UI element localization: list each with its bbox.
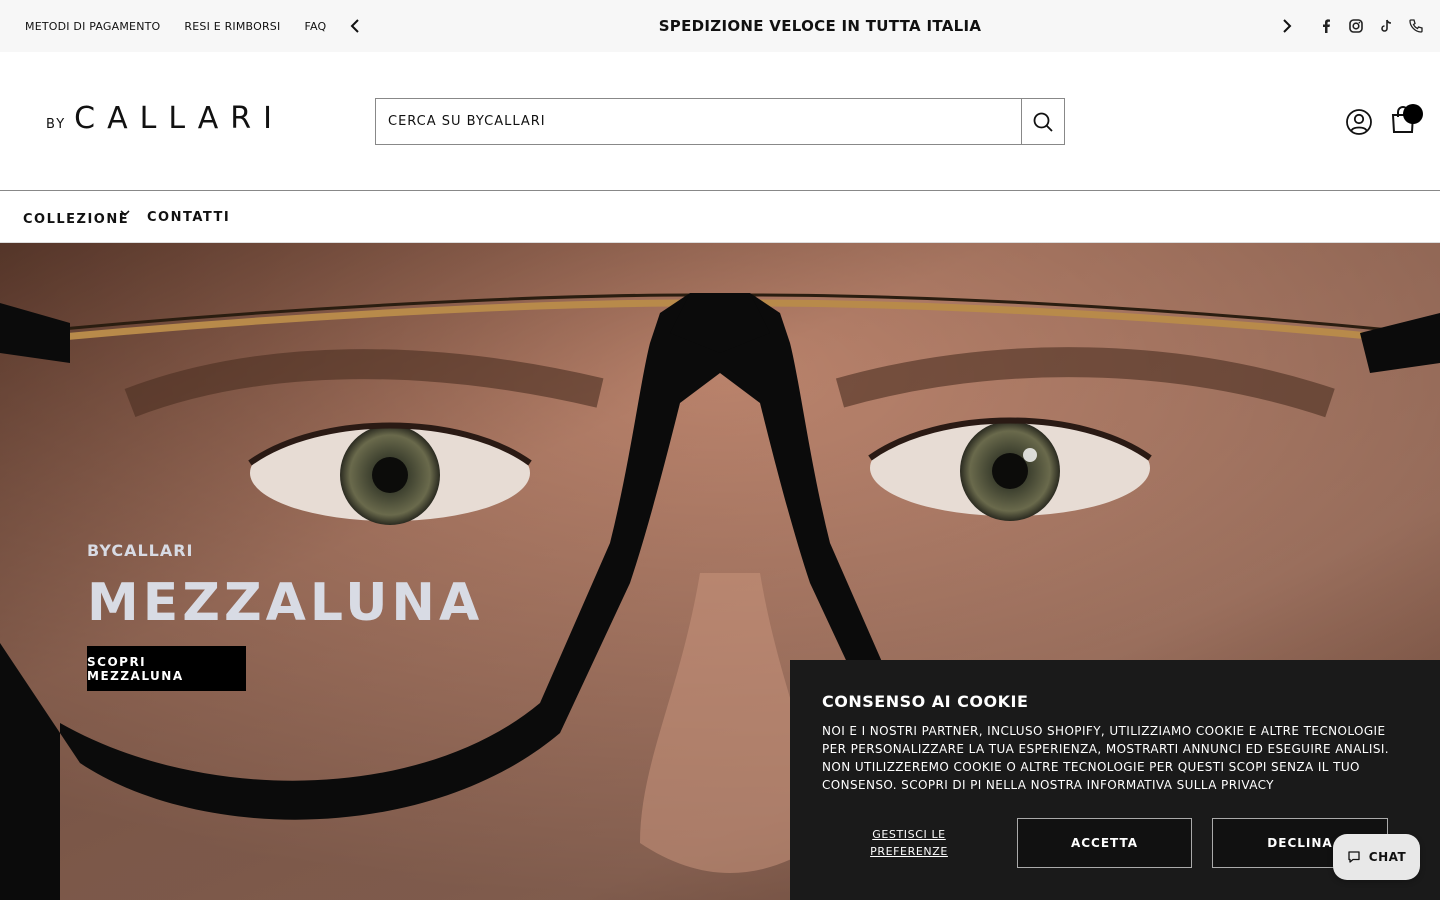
logo-by: BY [46, 117, 67, 132]
search-button[interactable] [1021, 99, 1064, 144]
chevron-left-icon[interactable] [344, 15, 366, 37]
cookie-title: CONSENSO AI COOKIE [822, 692, 1029, 711]
instagram-icon[interactable] [1346, 16, 1366, 36]
site-header: BY CALLARI [0, 52, 1440, 191]
main-nav: COLLEZIONE CONTATTI [0, 192, 1440, 243]
link-returns[interactable]: Resi e rimborsi [184, 20, 280, 33]
search-bar [375, 98, 1065, 145]
chat-button[interactable]: CHAT [1333, 834, 1420, 880]
chat-label: CHAT [1368, 850, 1407, 864]
tiktok-icon[interactable] [1376, 16, 1396, 36]
hero-title: MEZZALUNA [87, 573, 484, 633]
search-input[interactable] [376, 99, 1021, 144]
manage-preferences-button[interactable]: Gestisci le preferenze [852, 826, 966, 860]
cookie-text: Noi e i nostri partner, incluso Shopify,… [822, 722, 1412, 794]
chat-bubble-icon [1348, 851, 1360, 863]
cart-count-badge [1403, 104, 1423, 124]
discover-button[interactable]: SCOPRI MEZZALUNA [87, 646, 246, 691]
brand-logo[interactable]: BY CALLARI [46, 104, 284, 134]
phone-icon[interactable] [1406, 16, 1426, 36]
nav-item-collezione[interactable]: COLLEZIONE [23, 212, 129, 227]
social-links [1316, 16, 1426, 36]
accept-button[interactable]: ACCETTA [1017, 818, 1192, 868]
facebook-icon[interactable] [1316, 16, 1336, 36]
search-icon [1033, 112, 1053, 132]
logo-name: CALLARI [74, 101, 284, 136]
topbar-links: Metodi di pagamento Resi e rimborsi FAQ [25, 0, 326, 52]
link-payment-methods[interactable]: Metodi di pagamento [25, 20, 160, 33]
announcement-bar: Metodi di pagamento Resi e rimborsi FAQ … [0, 0, 1440, 52]
privacy-link[interactable]: Informativa sulla privacy [1087, 778, 1274, 792]
chevron-right-icon[interactable] [1276, 15, 1298, 37]
hero-brand: BYCALLARI [87, 541, 194, 560]
chevron-down-icon[interactable] [119, 204, 131, 217]
link-faq[interactable]: FAQ [304, 20, 326, 33]
cart-icon[interactable] [1391, 104, 1423, 136]
nav-item-contatti[interactable]: CONTATTI [147, 210, 230, 225]
account-icon[interactable] [1345, 108, 1373, 136]
announcement-text: SPEDIZIONE VELOCE IN TUTTA ITALIA [658, 17, 982, 35]
